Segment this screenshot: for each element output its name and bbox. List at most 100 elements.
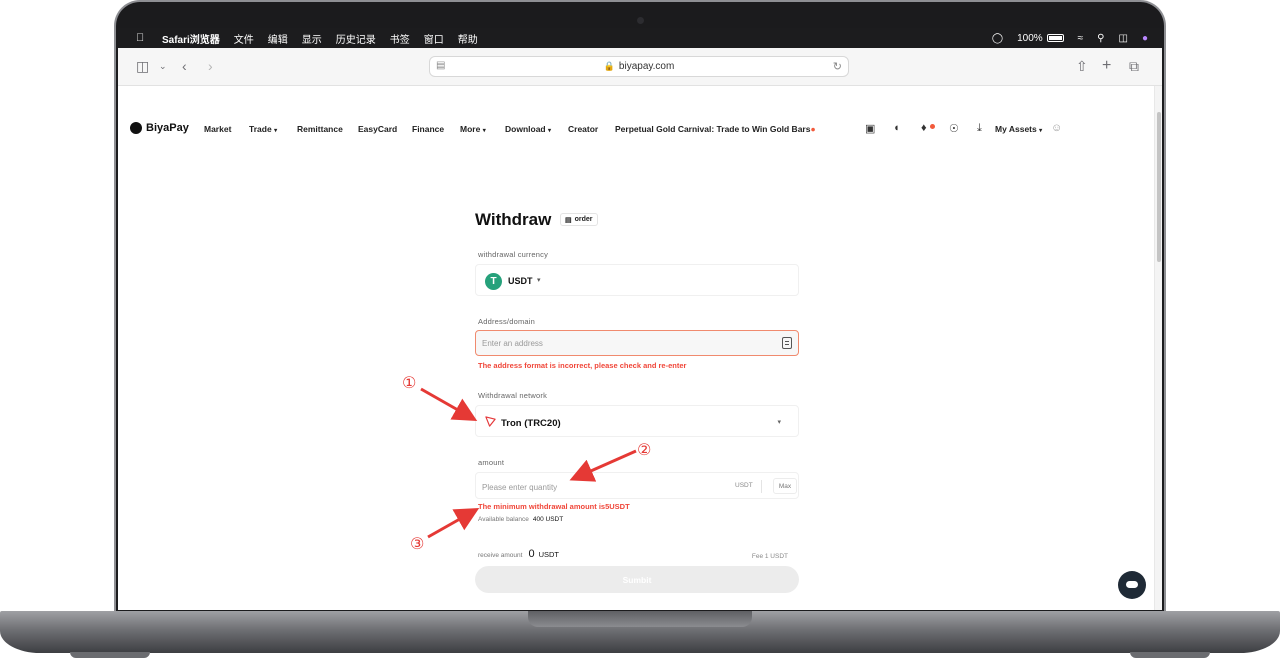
download-icon[interactable]: ⤓ — [977, 122, 982, 135]
receive-label: receive amount — [478, 552, 523, 559]
menu-bookmarks[interactable]: 书签 — [390, 31, 410, 46]
battery-percent: 100% — [1017, 32, 1043, 44]
menu-bar:  Safari浏览器 文件 编辑 显示 历史记录 书签 窗口 帮助 ◯ 100… — [118, 28, 1162, 48]
nav-finance[interactable]: Finance — [412, 124, 444, 134]
browser-toolbar: ◫ ⌄ ‹ › ▤ 🔒 biyapay.com ↻ ⇧ + ⧉ — [118, 48, 1162, 86]
menu-app-name[interactable]: Safari浏览器 — [162, 31, 220, 46]
reload-icon[interactable]: ↻ — [833, 60, 842, 73]
fee-text: Fee 1 USDT — [751, 553, 788, 560]
address-label: Address/domain — [478, 317, 535, 326]
nav-download[interactable]: Download ▾ — [505, 124, 551, 134]
nav-trade[interactable]: Trade ▾ — [249, 124, 277, 134]
new-tab-icon[interactable]: + — [1102, 57, 1111, 75]
chevron-down-icon: ▾ — [777, 419, 781, 426]
chevron-down-icon: ▾ — [537, 277, 541, 284]
nav-download-label: Download — [505, 124, 546, 134]
address-field[interactable] — [475, 330, 799, 356]
stage:  Safari浏览器 文件 编辑 显示 历史记录 书签 窗口 帮助 ◯ 100… — [0, 0, 1280, 658]
lock-icon[interactable]: ▣ — [865, 122, 875, 135]
page-scrollbar[interactable] — [1154, 86, 1162, 610]
balance-value: 400 USDT — [532, 516, 564, 523]
max-button[interactable]: Max — [773, 478, 797, 494]
page-menu-icon[interactable]: ▤ — [436, 60, 445, 71]
sidebar-toggle-icon[interactable]: ◫ — [136, 57, 149, 75]
lock-icon: 🔒 — [603, 61, 615, 71]
nav-more[interactable]: More ▾ — [460, 124, 486, 134]
wifi-icon[interactable]: ≈ — [1078, 33, 1084, 44]
nav-my-assets-label: My Assets — [995, 124, 1037, 134]
nav-promo[interactable]: Perpetual Gold Carnival: Trade to Win Go… — [615, 124, 816, 134]
chevron-down-icon: ▾ — [1039, 128, 1043, 134]
menu-file[interactable]: 文件 — [234, 31, 254, 46]
currency-select[interactable]: T USDT ▾ — [475, 264, 799, 296]
spotlight-search-icon[interactable]: ⚲ — [1097, 33, 1104, 44]
user-icon[interactable]: ◯ — [992, 33, 1003, 44]
screen:  Safari浏览器 文件 编辑 显示 历史记录 书签 窗口 帮助 ◯ 100… — [118, 28, 1162, 610]
page-title: Withdraw — [475, 210, 552, 229]
amount-input[interactable] — [482, 480, 712, 494]
annotation-marker-1: ① — [402, 373, 417, 392]
avatar-icon[interactable]: ☺ — [1051, 122, 1062, 134]
tab-overview-icon[interactable]: ⧉ — [1129, 57, 1139, 75]
nav-my-assets[interactable]: My Assets ▾ — [995, 124, 1042, 134]
chevron-down-icon: ▾ — [547, 128, 551, 134]
menu-edit[interactable]: 编辑 — [268, 31, 288, 46]
menu-window[interactable]: 窗口 — [424, 31, 444, 46]
brand-name: BiyaPay — [146, 122, 189, 134]
currency-value: USDT — [508, 276, 533, 286]
menu-status-area: ◯ 100% ≈ ⚲ ◫ ● — [992, 28, 1162, 48]
globe-icon[interactable]: ☉ — [949, 122, 959, 135]
submit-button[interactable]: Sumbit — [475, 566, 799, 593]
amount-unit: USDT — [735, 482, 753, 489]
apple-icon[interactable]:  — [136, 32, 148, 44]
notification-dot — [930, 124, 935, 129]
usdt-icon: T — [485, 273, 502, 290]
amount-field[interactable]: USDT Max — [475, 472, 799, 499]
receive-value: 0 — [528, 548, 535, 560]
nav-trade-label: Trade — [249, 124, 272, 134]
address-input[interactable] — [482, 336, 772, 350]
chevron-down-icon[interactable]: ⌄ — [159, 57, 167, 75]
nav-creator[interactable]: Creator — [568, 124, 598, 134]
currency-label: withdrawal currency — [478, 250, 549, 259]
biyapay-logo-icon — [130, 122, 142, 134]
nav-market[interactable]: Market — [204, 124, 231, 134]
divider — [761, 480, 762, 493]
siri-icon[interactable]: ● — [1142, 33, 1148, 44]
annotation-marker-2: ② — [637, 440, 652, 459]
order-icon: ▤ — [565, 216, 572, 224]
back-icon[interactable]: ‹ — [182, 57, 187, 75]
menu-help[interactable]: 帮助 — [458, 31, 478, 46]
menu-history[interactable]: 历史记录 — [336, 31, 376, 46]
receive-amount: receive amount 0 USDT — [478, 548, 559, 560]
control-center-icon[interactable]: ◫ — [1119, 33, 1128, 44]
tron-icon — [485, 416, 496, 427]
amount-label: amount — [478, 458, 505, 467]
balance-label: Available balance — [478, 516, 529, 523]
site-nav: BiyaPay Market Trade ▾ Remittance EasyCa… — [118, 86, 1154, 170]
address-error: The address format is incorrect, please … — [478, 361, 687, 370]
battery-icon[interactable] — [1046, 34, 1064, 42]
share-icon[interactable]: ⇧ — [1076, 57, 1088, 75]
bell-icon[interactable]: ♦ — [921, 122, 927, 134]
network-label: Withdrawal network — [478, 391, 548, 400]
chat-support-button[interactable] — [1118, 571, 1146, 599]
nav-promo-label: Perpetual Gold Carnival: Trade to Win Go… — [615, 124, 811, 134]
url-text: biyapay.com — [618, 61, 675, 72]
camera — [637, 17, 644, 24]
network-select[interactable]: Tron (TRC20) ▾ — [475, 405, 799, 437]
nav-remittance[interactable]: Remittance — [297, 124, 343, 134]
headset-icon[interactable]: ◖ — [893, 122, 900, 134]
scrollbar-thumb[interactable] — [1157, 112, 1161, 262]
forward-icon[interactable]: › — [208, 57, 213, 75]
order-label: order — [574, 216, 593, 223]
brand-logo[interactable]: BiyaPay — [130, 122, 189, 134]
menu-view[interactable]: 显示 — [302, 31, 322, 46]
annotation-marker-3: ③ — [410, 534, 425, 553]
address-bar[interactable]: ▤ 🔒 biyapay.com ↻ — [429, 56, 849, 77]
nav-easycard[interactable]: EasyCard — [358, 124, 397, 134]
available-balance: Available balance 400 USDT — [478, 516, 563, 523]
laptop-foot-left — [70, 652, 150, 658]
order-button[interactable]: ▤ order — [560, 213, 598, 226]
address-book-icon[interactable] — [782, 337, 792, 349]
